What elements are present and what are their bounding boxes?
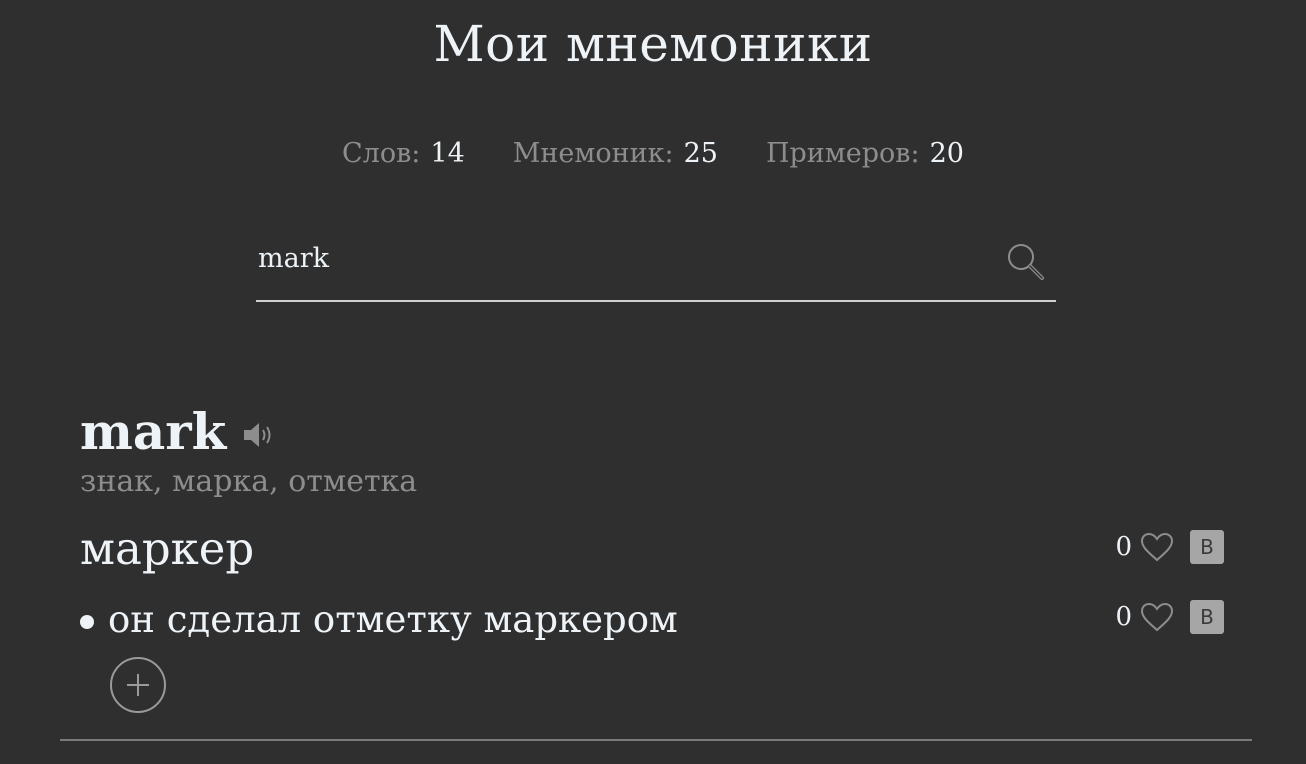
mnemonic-likes-count: 0 [1115,532,1132,562]
example-item: он сделал отметку маркером [80,596,678,644]
bullet-icon [80,615,94,629]
stat-examples-label: Примеров: [765,138,920,169]
speaker-icon[interactable] [242,418,276,452]
plus-icon [127,674,149,696]
mnemonic-badge[interactable]: B [1190,530,1224,564]
stat-words: Слов: 14 [342,134,465,174]
heart-icon[interactable] [1140,602,1174,632]
example-actions: 0 B [1115,600,1224,634]
heart-icon[interactable] [1140,532,1174,562]
page: Мои мнемоники Слов: 14 Мнемоник: 25 Пример… [0,0,1306,764]
entry-header: mark [80,400,276,464]
page-title: Мои мнемоники [433,15,873,73]
search-icon[interactable] [1006,242,1046,282]
mnemonic-actions: 0 B [1115,530,1224,564]
example-badge[interactable]: B [1190,600,1224,634]
add-example-button[interactable] [110,657,166,713]
stat-words-label: Слов: [342,138,421,169]
entry-word: mark [80,402,227,461]
stat-examples-value: 20 [929,138,964,169]
stat-mnemonics: Мнемоник: 25 [513,134,718,174]
stat-mnemonics-label: Мнемоник: [512,138,674,169]
example-likes-count: 0 [1115,602,1132,632]
divider [60,739,1252,741]
example-text: он сделал отметку маркером [108,598,678,641]
search-bar [256,232,1056,302]
stat-examples: Примеров: 20 [766,134,964,174]
stat-words-value: 14 [430,138,465,169]
stat-mnemonics-value: 25 [683,138,718,169]
stats-bar: Слов: 14 Мнемоник: 25 Примеров: 20 [0,134,1306,174]
entry-translation: знак, марка, отметка [80,464,418,499]
search-input[interactable] [258,234,978,282]
mnemonic-text: маркер [80,522,255,575]
